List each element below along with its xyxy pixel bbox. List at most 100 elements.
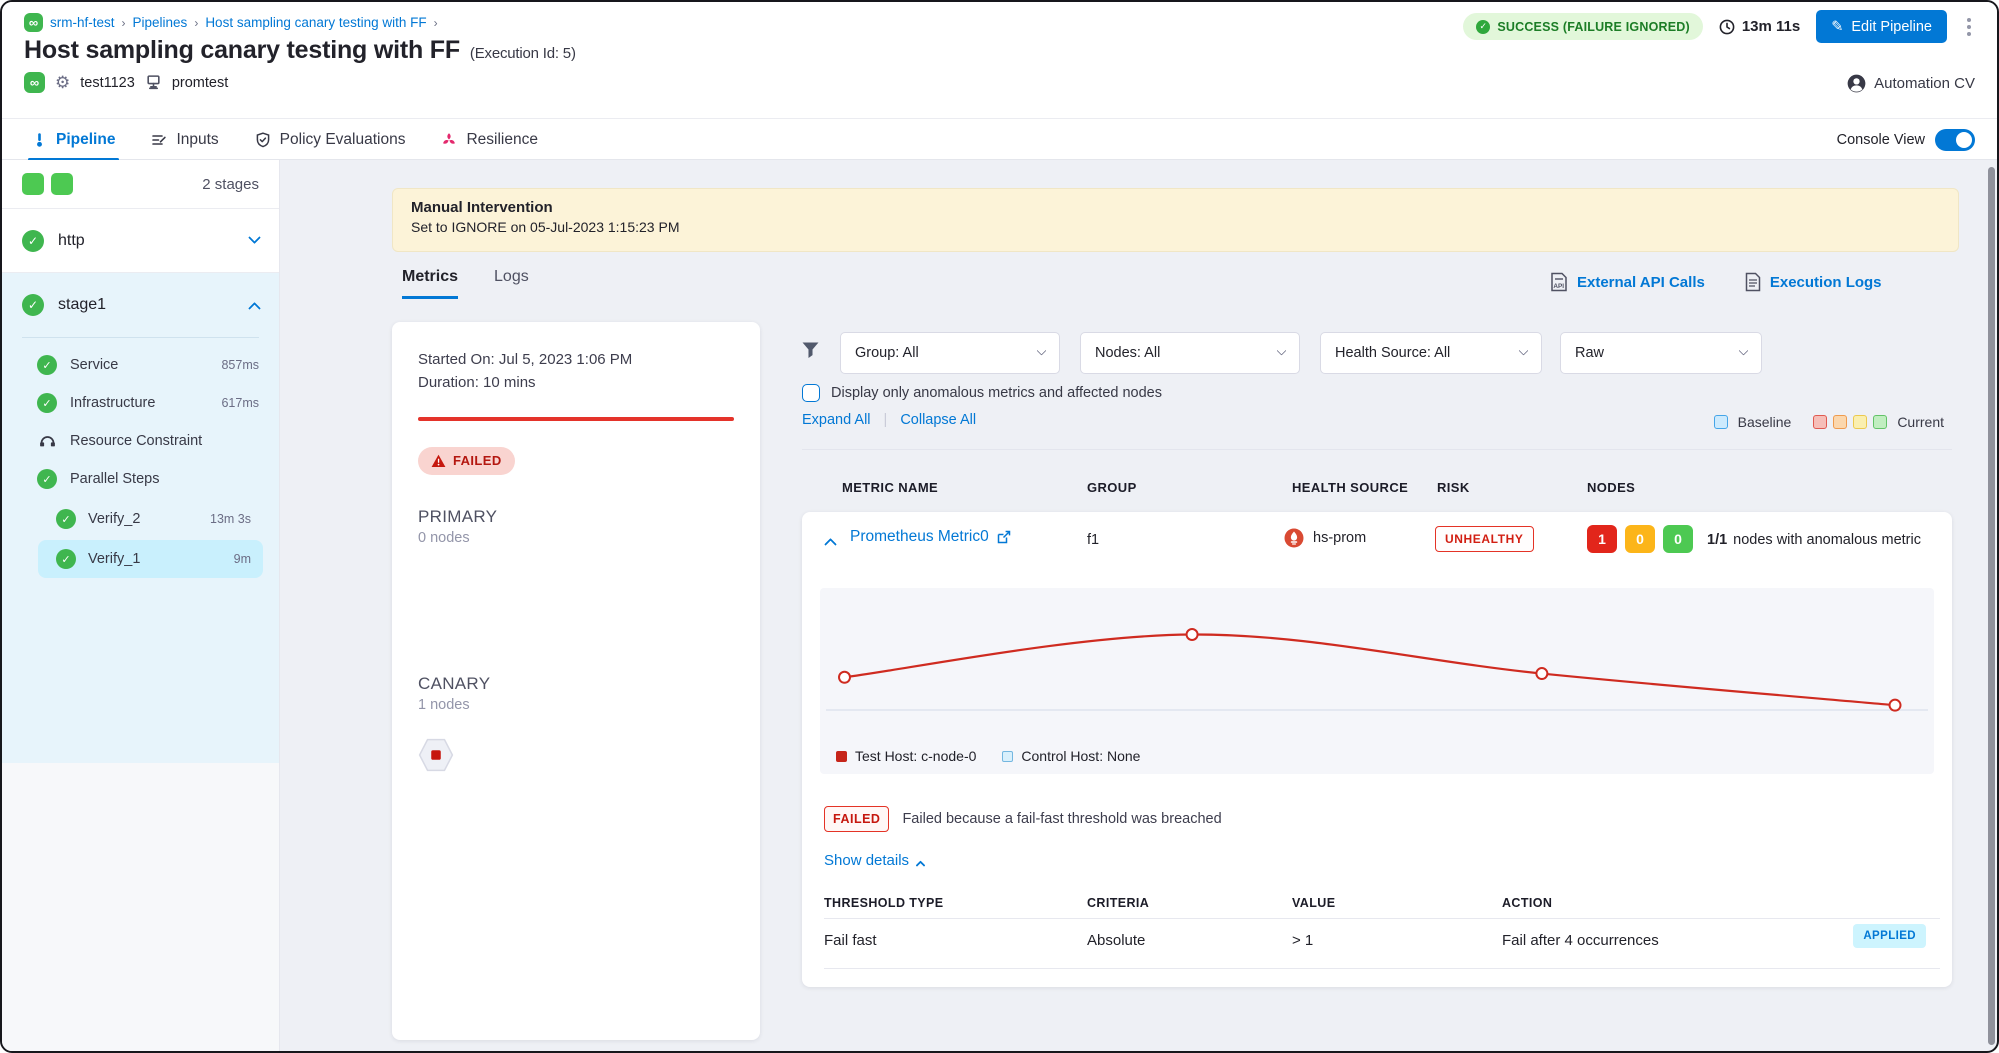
divider: |	[884, 412, 888, 428]
main-tabbar: Pipeline Inputs Policy Evaluations Resil…	[2, 118, 1999, 160]
vertical-scrollbar[interactable]	[1988, 167, 1995, 1045]
anomalous-nodes-summary: 1/1nodes with anomalous metric	[1707, 532, 1921, 548]
current-swatch-red	[1813, 415, 1827, 429]
harness-cd-icon: ∞	[24, 72, 45, 93]
pipeline-icon	[32, 132, 47, 148]
pencil-icon: ✎	[1831, 19, 1843, 35]
anomalous-checkbox[interactable]	[802, 384, 820, 402]
entity-tags: ∞ ⚙ test1123 promtest	[24, 72, 228, 93]
execution-logs-link[interactable]: Execution Logs	[1745, 272, 1882, 292]
stage-item-stage1[interactable]: ✓ stage1	[2, 273, 279, 337]
divider	[802, 449, 1952, 450]
harness-logo-icon: ∞	[24, 13, 43, 32]
manual-intervention-banner: Manual Intervention Set to IGNORE on 05-…	[392, 188, 1959, 252]
col-header-risk: RISK	[1437, 480, 1470, 495]
warning-triangle-icon	[431, 454, 446, 468]
edit-pipeline-button[interactable]: ✎ Edit Pipeline	[1816, 10, 1947, 43]
page-header: ∞ srm-hf-test › Pipelines › Host samplin…	[2, 2, 1999, 118]
stage-count: 2 stages	[202, 176, 259, 193]
canary-label: CANARY	[418, 674, 734, 694]
collapse-all-link[interactable]: Collapse All	[900, 412, 976, 428]
stages-summary: 2 stages	[2, 160, 279, 209]
group-filter-select[interactable]: Group: All	[840, 332, 1060, 374]
breadcrumb-pipelines[interactable]: Pipelines	[133, 15, 188, 30]
chevron-down-icon[interactable]	[248, 231, 261, 244]
step-item-service[interactable]: ✓ Service 857ms	[2, 346, 279, 384]
success-icon: ✓	[56, 509, 76, 529]
app-window: ∞ srm-hf-test › Pipelines › Host samplin…	[0, 0, 1999, 1053]
user-avatar-icon	[1847, 74, 1866, 93]
nodes-filter-select[interactable]: Nodes: All	[1080, 332, 1300, 374]
metric-chart-svg	[820, 588, 1934, 774]
col-header-health-source: HEALTH SOURCE	[1292, 480, 1408, 495]
col-header-nodes: NODES	[1587, 480, 1635, 495]
health-source-filter-select[interactable]: Health Source: All	[1320, 332, 1542, 374]
stage-item-http[interactable]: ✓ http	[2, 209, 279, 273]
tab-pipeline[interactable]: Pipeline	[32, 119, 115, 161]
expand-all-link[interactable]: Expand All	[802, 412, 871, 428]
success-check-icon: ✓	[1476, 20, 1490, 34]
success-icon: ✓	[56, 549, 76, 569]
control-host-swatch	[1002, 751, 1013, 762]
tab-logs[interactable]: Logs	[494, 268, 529, 299]
verify-panel-links: API External API Calls Execution Logs	[1550, 272, 1882, 292]
console-view-toggle[interactable]	[1935, 129, 1975, 151]
service-tag[interactable]: test1123	[80, 75, 135, 91]
threshold-type-cell: Fail fast	[824, 932, 877, 949]
divider	[22, 337, 259, 338]
show-details-link[interactable]: Show details	[824, 852, 924, 869]
success-icon: ✓	[37, 393, 57, 413]
tab-resilience[interactable]: Resilience	[441, 119, 538, 161]
health-source-cell: hs-prom	[1284, 528, 1366, 548]
started-on: Started On: Jul 5, 2023 1:06 PM	[418, 348, 734, 371]
verification-status-chip: FAILED	[418, 447, 515, 475]
step-item-parallel-steps[interactable]: ✓ Parallel Steps	[2, 460, 279, 498]
failure-message: Failed because a fail-fast threshold was…	[902, 811, 1221, 827]
risk-badge: UNHEALTHY	[1435, 526, 1534, 552]
unhealthy-node-count: 1	[1587, 525, 1617, 553]
console-view-label: Console View	[1837, 132, 1925, 148]
environment-tag[interactable]: promtest	[172, 75, 228, 91]
data-type-select[interactable]: Raw	[1560, 332, 1762, 374]
shield-check-icon	[255, 132, 271, 148]
metric-group-cell: f1	[1087, 532, 1099, 548]
environment-icon	[145, 74, 162, 91]
success-icon: ✓	[37, 469, 57, 489]
queue-icon	[38, 433, 57, 449]
elapsed-time: 13m 11s	[1719, 18, 1800, 35]
current-swatch-green	[1873, 415, 1887, 429]
metric-name-link[interactable]: Prometheus Metric0	[850, 528, 1011, 546]
anomalous-filter-row: Display only anomalous metrics and affec…	[802, 384, 1162, 402]
applied-badge: APPLIED	[1853, 924, 1926, 948]
step-item-infrastructure[interactable]: ✓ Infrastructure 617ms	[2, 384, 279, 422]
breadcrumb-pipeline-name[interactable]: Host sampling canary testing with FF	[205, 15, 426, 30]
more-options-menu[interactable]	[1963, 14, 1975, 40]
breadcrumb-separator: ›	[122, 16, 126, 30]
svg-text:API: API	[1553, 283, 1564, 290]
primary-node-count: 0 nodes	[418, 530, 734, 546]
metric-timeseries-chart[interactable]: Test Host: c-node-0 Control Host: None	[820, 588, 1934, 774]
breadcrumb-project[interactable]: srm-hf-test	[50, 15, 115, 30]
chevron-down-icon	[1037, 345, 1047, 355]
step-item-resource-constraint[interactable]: Resource Constraint	[2, 422, 279, 460]
col-header-action: ACTION	[1502, 896, 1552, 910]
action-cell: Fail after 4 occurrences	[1502, 932, 1659, 949]
success-icon: ✓	[22, 294, 44, 316]
step-item-verify-2[interactable]: ✓ Verify_2 13m 3s	[38, 500, 263, 538]
expand-collapse-row: Expand All | Collapse All	[802, 412, 976, 428]
gear-icon: ⚙	[55, 74, 70, 91]
tab-policy-evaluations[interactable]: Policy Evaluations	[255, 119, 406, 161]
step-item-verify-1-selected[interactable]: ✓ Verify_1 9m	[38, 540, 263, 578]
filter-funnel-icon	[802, 342, 819, 359]
inputs-icon	[151, 132, 167, 148]
success-icon: ✓	[37, 355, 57, 375]
verify-panel-tabs: Metrics Logs	[402, 268, 529, 299]
tab-metrics[interactable]: Metrics	[402, 268, 458, 299]
status-badge: ✓ SUCCESS (FAILURE IGNORED)	[1463, 13, 1703, 40]
verification-summary-card: Started On: Jul 5, 2023 1:06 PM Duration…	[392, 322, 760, 1040]
collapse-metric-chevron-icon[interactable]	[824, 538, 837, 551]
external-api-calls-link[interactable]: API External API Calls	[1550, 272, 1705, 292]
tab-inputs[interactable]: Inputs	[151, 119, 218, 161]
chevron-up-icon[interactable]	[248, 301, 261, 314]
canary-node-hexagon[interactable]	[418, 737, 454, 773]
